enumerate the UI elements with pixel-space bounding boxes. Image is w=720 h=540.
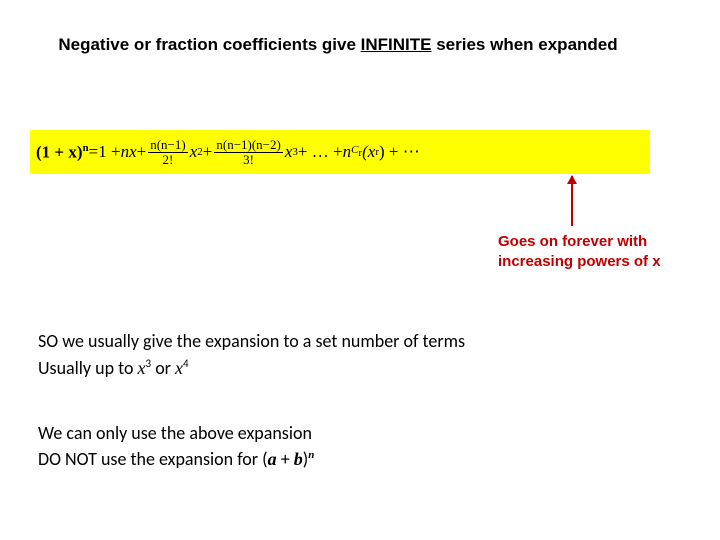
term-1: 1 + [98, 142, 120, 162]
ncr-n: n [343, 142, 352, 161]
term-3-x: x [190, 142, 198, 161]
frac-2-den: 3! [241, 153, 256, 167]
frac-1: n(n−1) 2! [148, 138, 188, 166]
annotation-text: Goes on forever with increasing powers o… [498, 232, 708, 271]
body2-plus: + [277, 448, 294, 470]
eq: = [89, 142, 99, 162]
term-3-plus: + [203, 142, 213, 162]
arrow-icon [571, 176, 573, 226]
term-4-x: x [285, 142, 293, 161]
body-paragraph-1: SO we usually give the expansion to a se… [38, 328, 465, 382]
frac-1-num: n(n−1) [148, 138, 188, 153]
xr-l: (x [362, 142, 375, 161]
term-2-x: x [129, 142, 137, 161]
body2-line1: We can only use the above expansion [38, 420, 314, 446]
xr-r: ) + ⋯ [379, 142, 420, 162]
body1-x4: x [175, 358, 183, 378]
term-2-plus: + [137, 142, 147, 162]
body1-or: or [151, 357, 175, 379]
frac-1-den: 2! [161, 153, 176, 167]
body1-x4e: 4 [183, 357, 189, 370]
binomial-formula: (1 + x)n = 1 + nx + n(n−1) 2! x2 + n(n−1… [30, 130, 650, 174]
title-infinite: INFINITE [361, 35, 432, 54]
slide-title: Negative or fraction coefficients give I… [58, 34, 618, 57]
title-text-2: series when expanded [432, 35, 618, 54]
body2-a: a [268, 449, 277, 469]
frac-2-num: n(n−1)(n−2) [214, 138, 282, 153]
body1-line1: SO we usually give the expansion to a se… [38, 328, 465, 355]
lhs-base: (1 + x) [36, 142, 83, 161]
body1-line2: Usually up to x3 or x4 [38, 355, 465, 382]
term-4-plus: + … + [298, 142, 343, 162]
title-text-1: Negative or fraction coefficients give [58, 35, 360, 54]
body2-n: n [308, 449, 314, 461]
term-2-n: n [121, 142, 130, 161]
body-paragraph-2: We can only use the above expansion DO N… [38, 420, 314, 472]
body2-line2: DO NOT use the expansion for (a + b)n [38, 446, 314, 472]
body1-x3: x [138, 358, 146, 378]
body2-l2-text: DO NOT use the expansion for [38, 448, 262, 470]
ncr-C-sub: Cr [351, 144, 362, 159]
frac-2: n(n−1)(n−2) 3! [214, 138, 282, 166]
body2-b: b [294, 449, 303, 469]
body1-l2-text: Usually up to [38, 357, 138, 379]
